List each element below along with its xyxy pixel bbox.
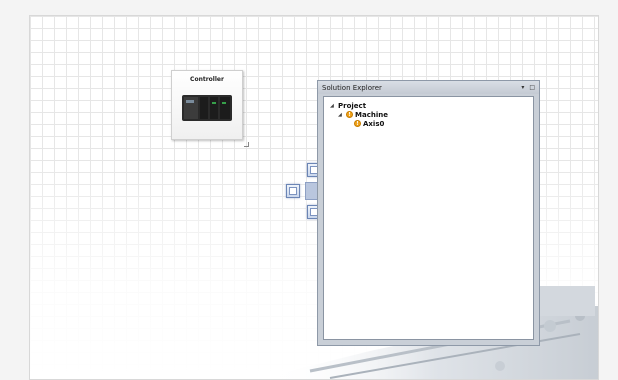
expand-arrow-icon[interactable]: ◢ [338, 112, 346, 118]
expand-arrow-icon[interactable]: ◢ [330, 103, 338, 109]
tree-item-machine[interactable]: ◢ ! Machine [330, 110, 388, 119]
solution-explorer-titlebar[interactable]: Solution Explorer ▾ □ [318, 81, 539, 94]
warning-icon: ! [346, 111, 353, 118]
solution-tree-view[interactable]: ◢ Project ◢ ! Machine ! Axis0 [323, 96, 534, 340]
solution-explorer-panel[interactable]: Solution Explorer ▾ □ ◢ Project ◢ ! Mach… [317, 80, 540, 346]
controller-title: Controller [190, 76, 224, 83]
plc-device-icon [182, 95, 232, 121]
maximize-icon[interactable]: □ [529, 84, 535, 91]
dock-left-button[interactable] [286, 184, 300, 198]
pin-dropdown-icon[interactable]: ▾ [521, 84, 524, 91]
warning-icon: ! [354, 120, 361, 127]
controller-node[interactable]: Controller [171, 70, 243, 140]
resize-grip[interactable] [244, 142, 249, 147]
tree-item-project[interactable]: ◢ Project [330, 101, 388, 110]
solution-explorer-title: Solution Explorer [322, 83, 382, 92]
tree-item-axis0[interactable]: ! Axis0 [330, 119, 388, 128]
